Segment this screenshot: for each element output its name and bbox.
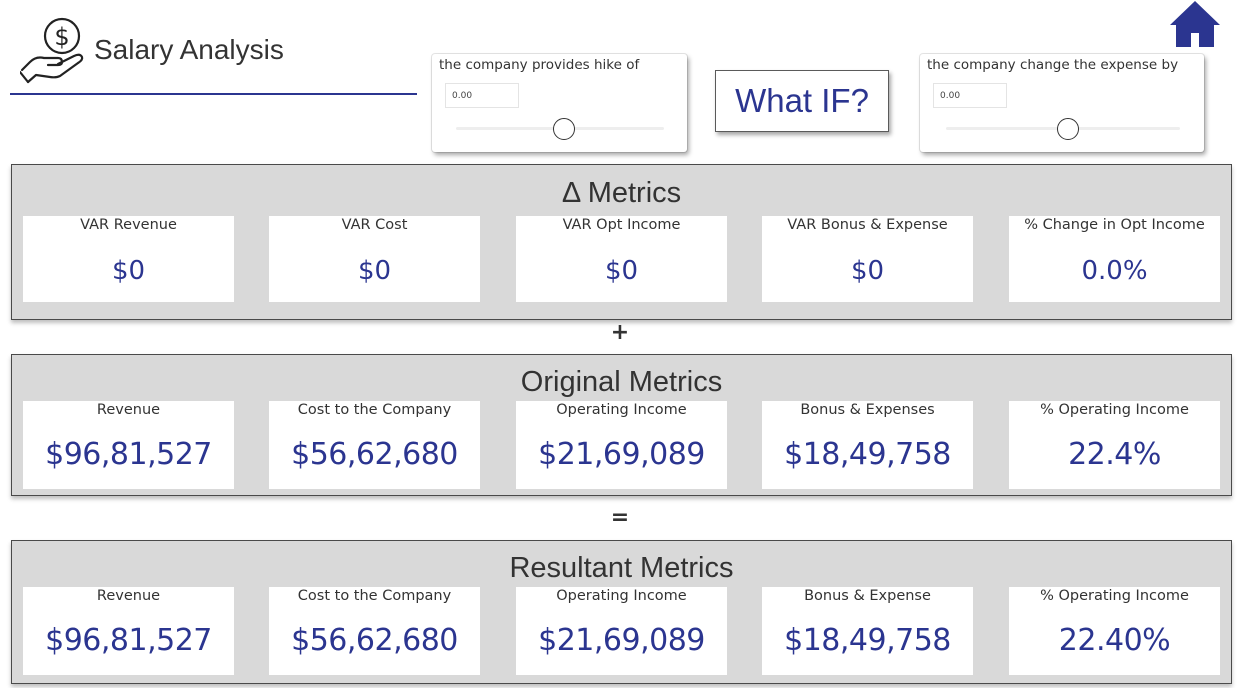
expense-value-input[interactable]: 0.00	[933, 83, 1007, 108]
metric-card: Operating Income $21,69,089	[516, 587, 727, 675]
metric-value: $21,69,089	[538, 623, 705, 658]
metric-label: VAR Opt Income	[562, 217, 681, 233]
salary-hand-icon: $	[18, 14, 88, 84]
metric-label: Cost to the Company	[297, 402, 452, 418]
metric-card: % Change in Opt Income 0.0%	[1009, 216, 1220, 302]
metric-value: $96,81,527	[45, 437, 212, 472]
metric-card: Revenue $96,81,527	[23, 587, 234, 675]
section-title: Original Metrics	[520, 366, 723, 398]
metric-label: Bonus & Expenses	[800, 402, 935, 418]
home-icon[interactable]	[1168, 0, 1222, 50]
metric-label: VAR Cost	[341, 217, 408, 233]
metric-label: Bonus & Expense	[804, 588, 931, 604]
metric-value: $0	[111, 256, 146, 286]
expense-slicer-label: the company change the expense by	[927, 57, 1179, 73]
metric-card: % Operating Income 22.4%	[1009, 401, 1220, 489]
metric-card: VAR Bonus & Expense $0	[762, 216, 973, 302]
equals-operator: =	[610, 505, 630, 530]
metric-label: % Change in Opt Income	[1024, 217, 1205, 233]
plus-operator: +	[610, 320, 630, 345]
metric-value: 22.4%	[1068, 437, 1161, 472]
hike-slicer-label: the company provides hike of	[439, 57, 640, 73]
metric-value: $21,69,089	[538, 437, 705, 472]
section-title: Resultant Metrics	[509, 552, 734, 584]
metric-label: VAR Bonus & Expense	[787, 217, 948, 233]
expense-slicer: the company change the expense by 0.00	[920, 54, 1204, 152]
metric-value: $56,62,680	[291, 437, 458, 472]
metric-label: Operating Income	[556, 588, 687, 604]
original-metrics-section: Original Metrics Revenue $96,81,527 Cost…	[11, 354, 1232, 496]
metric-label: Operating Income	[556, 402, 687, 418]
metric-card: Bonus & Expense $18,49,758	[762, 587, 973, 675]
metric-value: 0.0%	[1081, 256, 1148, 286]
metric-value: $18,49,758	[784, 437, 951, 472]
hike-value-input[interactable]: 0.00	[445, 83, 519, 108]
metric-value: 22.40%	[1058, 623, 1171, 658]
expense-value-text: 0.00	[940, 91, 961, 101]
what-if-button[interactable]: What IF?	[715, 70, 889, 132]
svg-text:$: $	[54, 23, 69, 51]
title-underline	[10, 93, 417, 95]
hike-value-text: 0.00	[452, 91, 473, 101]
metric-card: Cost to the Company $56,62,680	[269, 401, 480, 489]
expense-slider-thumb[interactable]	[1057, 118, 1079, 140]
metric-card: Revenue $96,81,527	[23, 401, 234, 489]
metric-label: Revenue	[96, 402, 161, 418]
metric-label: % Operating Income	[1040, 588, 1189, 604]
metric-value: $96,81,527	[45, 623, 212, 658]
metric-card: VAR Opt Income $0	[516, 216, 727, 302]
metric-value: $0	[604, 256, 639, 286]
metric-label: Cost to the Company	[297, 588, 452, 604]
section-title: Δ Metrics	[561, 177, 682, 209]
metric-value: $0	[357, 256, 392, 286]
metric-label: VAR Revenue	[80, 217, 177, 233]
metric-card: Bonus & Expenses $18,49,758	[762, 401, 973, 489]
metric-value: $18,49,758	[784, 623, 951, 658]
metric-label: % Operating Income	[1040, 402, 1189, 418]
metric-card: Operating Income $21,69,089	[516, 401, 727, 489]
resultant-metrics-section: Resultant Metrics Revenue $96,81,527 Cos…	[11, 540, 1232, 684]
metric-card: VAR Revenue $0	[23, 216, 234, 302]
page-title: Salary Analysis	[94, 34, 284, 65]
metric-value: $56,62,680	[291, 623, 458, 658]
hike-slider-thumb[interactable]	[553, 118, 575, 140]
delta-metrics-section: Δ Metrics VAR Revenue $0 VAR Cost $0 VAR…	[11, 164, 1232, 320]
metric-card: % Operating Income 22.40%	[1009, 587, 1220, 675]
metric-card: Cost to the Company $56,62,680	[269, 587, 480, 675]
metric-label: Revenue	[96, 588, 161, 604]
metric-value: $0	[850, 256, 885, 286]
hike-slicer: the company provides hike of 0.00	[432, 54, 687, 152]
metric-card: VAR Cost $0	[269, 216, 480, 302]
